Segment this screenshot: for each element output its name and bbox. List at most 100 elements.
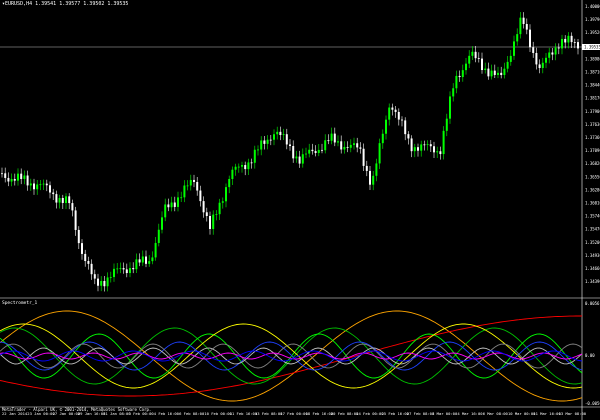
candle-body [321, 149, 323, 151]
candle-body [461, 70, 464, 78]
candle-body [388, 107, 391, 120]
date-label: 24 Feb 00:00 [356, 411, 384, 416]
candle-body [330, 133, 333, 141]
candle-body [394, 109, 397, 112]
candle-body [442, 130, 445, 155]
candle-body [525, 23, 528, 30]
price-scale-label: 1.40000 [585, 4, 600, 9]
candle-body [186, 185, 189, 187]
price-scale-label: 1.35200 [585, 240, 600, 245]
candle-body [20, 173, 23, 179]
candle-body [375, 163, 378, 176]
candle-body [353, 143, 355, 145]
price-scale-label: 1.38710 [585, 70, 600, 75]
candle-body [125, 269, 128, 274]
candle-body [68, 196, 71, 204]
date-label: 29 Jan 16:00 [77, 411, 106, 416]
date-label: 13 Mar 08:00 [558, 411, 587, 416]
candle-body [365, 165, 368, 171]
candle-body [26, 175, 29, 186]
price-scale-label: 1.38440 [585, 83, 600, 88]
chart-canvas[interactable]: 1.400001.397901.395201.392501.389801.387… [0, 0, 600, 420]
date-label: 17 Feb 00:00 [280, 411, 308, 416]
candle-body [349, 144, 352, 148]
candle-body [522, 17, 525, 24]
price-scale-label: 1.36280 [585, 187, 600, 192]
price-scale-label: 1.37090 [585, 148, 600, 153]
candle-body [548, 52, 551, 58]
candle-body [269, 139, 272, 141]
candle-body [519, 17, 522, 35]
candle-body [282, 134, 285, 136]
date-label: 4 Feb 16:00 [153, 411, 179, 416]
candle-body [308, 149, 311, 154]
candle-body [55, 194, 58, 203]
candle-body [77, 229, 80, 244]
candle-body [471, 51, 474, 56]
candle-body [116, 268, 119, 270]
candle-body [455, 75, 458, 89]
candle-body [285, 134, 288, 145]
candle-body [410, 138, 413, 152]
candle-body [529, 29, 531, 48]
candle-body [557, 47, 560, 49]
date-label: 13 Feb 08:00 [255, 411, 283, 416]
candle-body [324, 140, 327, 151]
candle-body [154, 242, 157, 258]
candle-body [465, 63, 467, 71]
candle-body [295, 156, 298, 159]
candle-body [23, 175, 26, 179]
candle-body [407, 134, 410, 139]
candle-body [84, 253, 87, 262]
candle-body [10, 179, 13, 182]
candle-body [545, 57, 547, 63]
candle-body [413, 147, 416, 152]
chart-symbol: EURUSD,H4 [5, 1, 33, 7]
candle-body [497, 72, 499, 75]
candle-body [397, 111, 400, 120]
candle-body [106, 277, 109, 287]
candle-body [359, 147, 362, 149]
date-label: 10 Feb 00:00 [204, 411, 232, 416]
candle-body [509, 55, 512, 62]
price-scale-label: 1.36550 [585, 174, 600, 179]
candle-body [391, 107, 394, 110]
price-scale-label: 1.34390 [585, 279, 600, 284]
candle-body [13, 179, 16, 181]
current-price-text: 1.39535 [584, 45, 600, 50]
date-label: 3 Feb 00:00 [128, 411, 154, 416]
candle-body [151, 257, 154, 262]
candle-body [404, 120, 407, 135]
candle-body [564, 38, 567, 43]
candle-body [218, 202, 221, 215]
candle-body [7, 177, 10, 182]
chart-header: ▾ EURUSD,H4 1.39541 1.39577 1.39502 1.39… [2, 1, 128, 7]
candle-body [199, 190, 202, 202]
candle-body [279, 131, 282, 136]
candle-body [429, 144, 432, 147]
candle-body [362, 148, 365, 166]
price-scale-label: 1.35470 [585, 227, 600, 232]
candle-body [221, 201, 224, 203]
candle-body [231, 169, 234, 179]
candle-body [228, 178, 231, 188]
candle-body [263, 140, 266, 144]
candle-body [138, 259, 141, 263]
date-label: 18 Feb 16:00 [305, 411, 334, 416]
candle-body [167, 204, 170, 208]
candle-body [314, 151, 317, 153]
date-label: 11 Feb 16:00 [229, 411, 258, 416]
price-scale-label: 1.37630 [585, 122, 600, 127]
candle-body [225, 187, 227, 202]
price-scale-label: 1.37360 [585, 135, 600, 140]
date-label: 11 Mar 16:00 [533, 411, 561, 416]
date-label: 10 Mar 00:00 [508, 411, 536, 416]
date-label: 6 Mar 08:00 [482, 411, 508, 416]
candle-body [516, 34, 519, 42]
indicator-scale-label: -0.0056 [585, 401, 600, 406]
candle-body [381, 133, 384, 144]
date-label: 20 Feb 08:00 [330, 411, 359, 416]
candle-body [292, 146, 295, 159]
candle-body [506, 61, 509, 69]
candle-body [17, 173, 19, 181]
